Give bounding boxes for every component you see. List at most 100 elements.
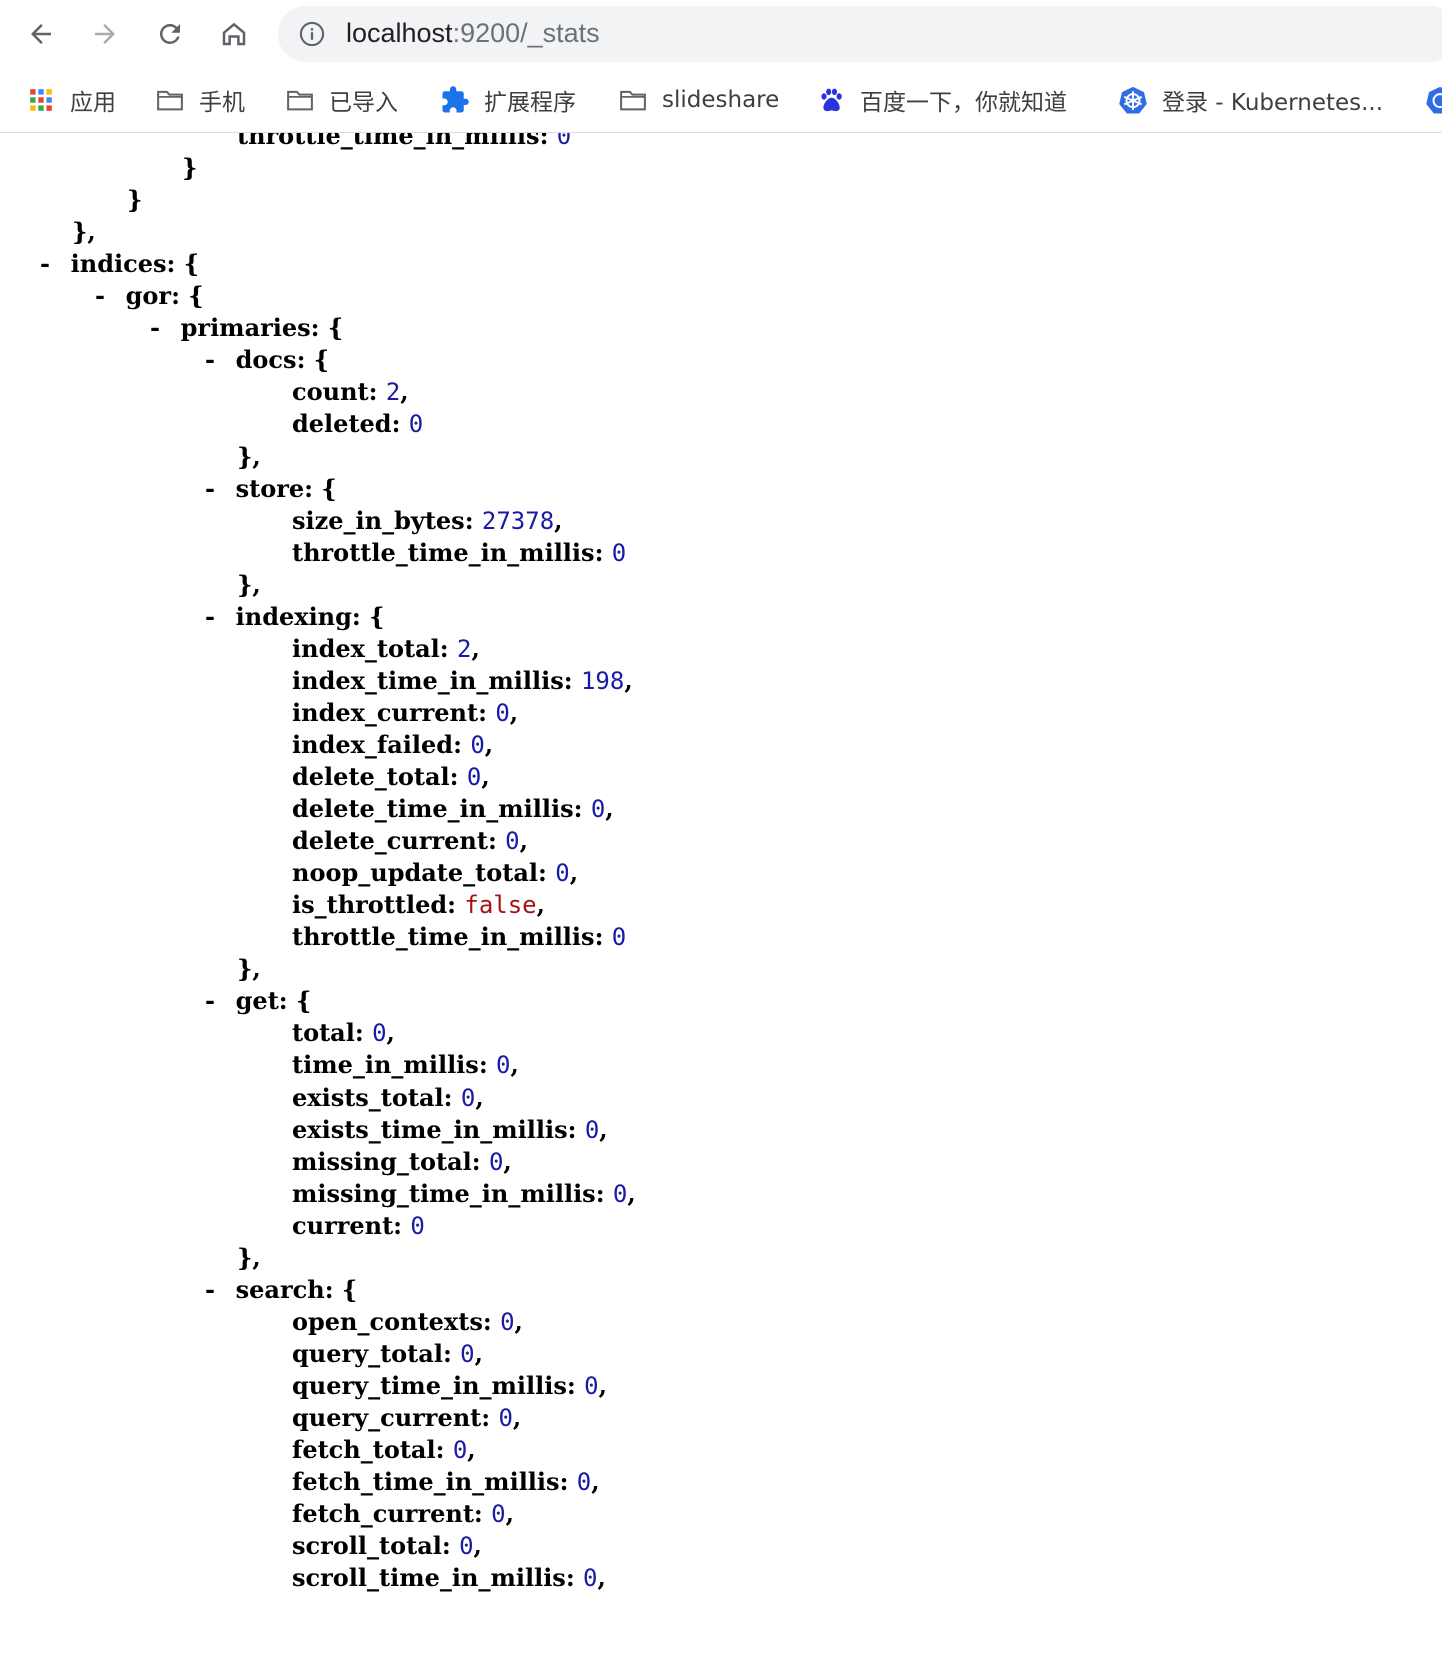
json-colon: : <box>354 1018 373 1048</box>
bookmark-kubernetes-partial[interactable] <box>1425 80 1442 120</box>
json-comma: , <box>536 890 545 920</box>
json-field-missing_time_in_millis: missing_time_in_millis: 0, <box>292 1179 636 1209</box>
json-colon: : <box>324 1274 342 1304</box>
json-key: indices <box>70 249 167 279</box>
json-object-search: - search: { <box>205 1275 357 1305</box>
back-button[interactable] <box>19 12 63 56</box>
json-colon: : <box>482 1306 501 1336</box>
folder-icon <box>618 85 648 115</box>
home-button[interactable] <box>212 12 256 56</box>
bookmark-apps[interactable]: 应用 <box>26 80 116 120</box>
json-object-docs: - docs: { <box>205 345 329 375</box>
json-key: store <box>235 473 305 503</box>
json-key: scroll_total <box>292 1531 442 1561</box>
json-colon: : <box>559 1467 577 1497</box>
json-colon: : <box>296 345 314 375</box>
json-colon: : <box>449 762 467 791</box>
json-key: delete_total <box>292 762 450 791</box>
json-open-brace: { <box>327 313 344 343</box>
json-field-delete_time_in_millis: delete_time_in_millis: 0, <box>292 794 614 824</box>
json-open-brace: { <box>341 1274 358 1304</box>
json-number-value: 0 <box>498 1404 513 1432</box>
json-field-index_current: index_current: 0, <box>292 698 518 728</box>
bookmark-label: slideshare <box>662 87 780 113</box>
json-field-exists_total: exists_total: 0, <box>292 1083 484 1113</box>
bookmark-folder-slideshare[interactable]: slideshare <box>618 80 779 120</box>
json-colon: : <box>171 281 189 311</box>
brace-text: }, <box>72 217 96 247</box>
puzzle-icon <box>440 85 470 115</box>
json-key: delete_time_in_millis <box>292 794 574 824</box>
collapse-toggle[interactable]: - <box>205 1275 228 1305</box>
json-key: query_time_in_millis <box>292 1370 567 1400</box>
info-icon[interactable] <box>298 20 326 48</box>
bookmark-folder-imported[interactable]: 已导入 <box>285 80 398 120</box>
json-colon: : <box>567 1114 585 1144</box>
json-key: fetch_total <box>292 1435 436 1465</box>
json-object-gor: - gor: { <box>95 281 204 311</box>
collapse-toggle[interactable]: - <box>150 313 173 343</box>
json-number-value: 0 <box>496 1051 511 1080</box>
json-colon: : <box>447 890 465 920</box>
json-close-brace: } <box>127 185 142 215</box>
json-field-count: count: 2, <box>292 377 409 407</box>
json-field-deleted: deleted: 0 <box>292 409 423 439</box>
json-field-fetch_time_in_millis: fetch_time_in_millis: 0, <box>292 1467 600 1497</box>
bookmark-baidu[interactable]: 百度一下，你就知道 <box>816 80 1067 120</box>
json-comma: , <box>386 1018 395 1048</box>
json-field-delete_total: delete_total: 0, <box>292 762 490 792</box>
json-comma: , <box>514 1306 523 1336</box>
json-colon: : <box>393 1210 411 1240</box>
json-number-value: 0 <box>466 763 482 791</box>
json-colon: : <box>595 1178 613 1208</box>
bookmark-kubernetes[interactable]: 登录 - Kubernetes... <box>1118 80 1383 120</box>
json-colon: : <box>478 697 496 727</box>
reload-button[interactable] <box>148 12 192 56</box>
json-comma: , <box>400 377 409 407</box>
bookmark-extensions[interactable]: 扩展程序 <box>440 80 576 120</box>
url-text[interactable]: localhost:9200/_stats <box>346 18 600 49</box>
bookmark-label: 登录 - Kubernetes... <box>1162 90 1384 116</box>
bookmark-folder-phone[interactable]: 手机 <box>155 80 245 120</box>
collapse-toggle[interactable]: - <box>95 281 118 311</box>
json-number-value: 0 <box>583 1564 598 1593</box>
json-close-brace: }, <box>237 1243 261 1273</box>
collapse-toggle[interactable]: - <box>205 986 228 1016</box>
json-key: is_throttled <box>292 890 448 920</box>
bookmark-label: 百度一下，你就知道 <box>860 90 1067 116</box>
json-comma: , <box>473 1531 482 1561</box>
collapse-toggle[interactable]: - <box>205 474 228 504</box>
json-open-brace: { <box>321 473 337 503</box>
json-field-scroll_total: scroll_total: 0, <box>292 1531 482 1561</box>
kubernetes-icon <box>1425 85 1442 115</box>
json-colon: : <box>481 1403 499 1432</box>
json-comma: , <box>591 1467 600 1497</box>
json-comma: , <box>481 762 490 791</box>
json-colon: : <box>310 313 328 343</box>
json-colon: : <box>368 377 386 407</box>
json-colon: : <box>442 1338 461 1368</box>
json-viewer: throttle_time_in_millis: 0}}}, - indices:… <box>0 133 1442 1672</box>
json-colon: : <box>563 665 581 695</box>
json-key: docs <box>235 345 297 375</box>
json-number-value: 198 <box>580 666 625 695</box>
json-colon: : <box>478 1050 497 1080</box>
address-bar[interactable]: localhost:9200/_stats <box>278 6 1442 62</box>
collapse-toggle[interactable]: - <box>40 249 63 279</box>
collapse-toggle[interactable]: - <box>205 602 228 632</box>
forward-button[interactable] <box>83 12 127 56</box>
json-key: index_failed <box>292 729 454 759</box>
json-comma: , <box>597 1563 606 1593</box>
json-key: total <box>292 1018 355 1048</box>
json-number-value: 0 <box>576 1468 592 1497</box>
json-field-scroll_time_in_millis: scroll_time_in_millis: 0, <box>292 1563 606 1593</box>
json-field-fetch_current: fetch_current: 0, <box>292 1499 514 1529</box>
collapse-toggle[interactable]: - <box>205 345 228 375</box>
brace-text: }, <box>237 1242 261 1272</box>
json-colon: : <box>304 473 322 503</box>
json-key: exists_time_in_millis <box>292 1114 568 1144</box>
json-close-brace: }, <box>237 570 261 600</box>
brace-text: } <box>182 153 198 183</box>
json-number-value: 0 <box>556 133 572 150</box>
json-number-value: 0 <box>505 827 520 856</box>
